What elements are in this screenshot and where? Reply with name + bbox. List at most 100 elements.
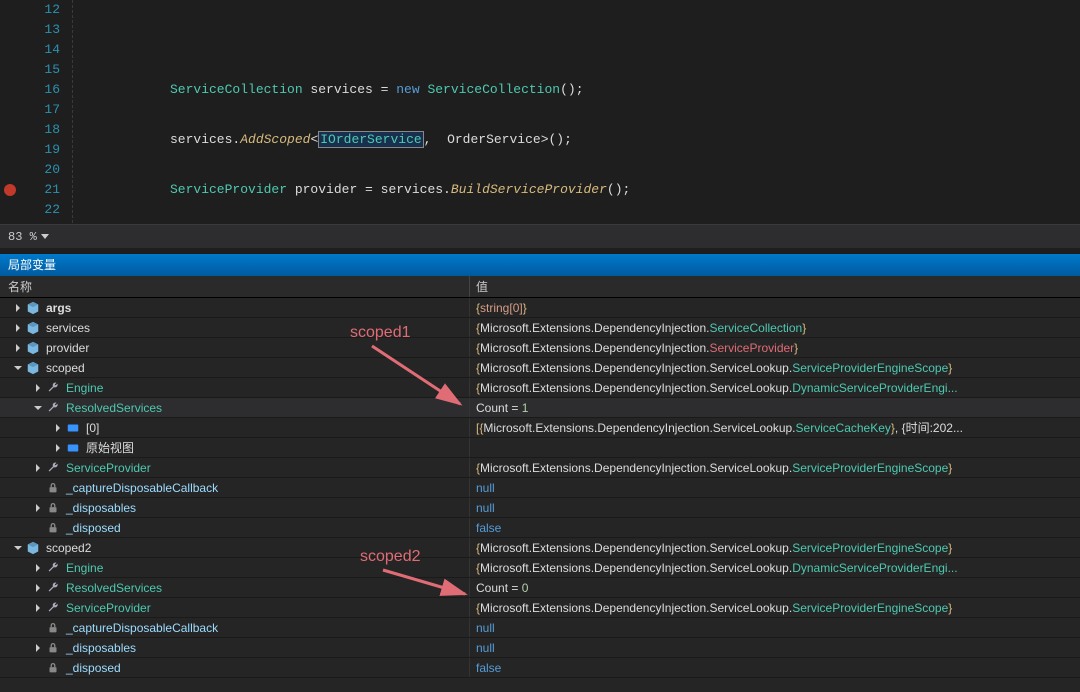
col-value-header[interactable]: 值 — [470, 276, 1080, 297]
col-name-header[interactable]: 名称 — [0, 276, 470, 297]
var-value: null — [470, 478, 1080, 497]
expander-icon[interactable] — [32, 562, 44, 574]
locals-tree[interactable]: args{string[0]}services{Microsoft.Extens… — [0, 298, 1080, 678]
var-value: {Microsoft.Extensions.DependencyInjectio… — [470, 458, 1080, 477]
locals-row[interactable]: 原始视图 — [0, 438, 1080, 458]
var-name: _captureDisposableCallback — [66, 478, 218, 497]
expander-icon[interactable] — [12, 342, 24, 354]
expander-icon[interactable] — [52, 442, 64, 454]
code-line[interactable]: ServiceCollection services = new Service… — [82, 80, 1080, 100]
var-name: _disposables — [66, 638, 136, 657]
var-name: ResolvedServices — [66, 578, 162, 597]
expander-icon[interactable] — [32, 502, 44, 514]
var-value: null — [470, 618, 1080, 637]
code-line[interactable]: ServiceProvider provider = services.Buil… — [82, 180, 1080, 200]
var-name: services — [46, 318, 90, 337]
chevron-down-icon[interactable] — [41, 234, 49, 239]
locals-row[interactable]: _disposed false — [0, 658, 1080, 678]
cube-icon — [26, 321, 40, 335]
locals-panel-title[interactable]: 局部变量 — [0, 254, 1080, 276]
var-name: Engine — [66, 378, 103, 397]
cube-icon — [26, 301, 40, 315]
code-editor[interactable]: 121314151617181920212223 ServiceCollecti… — [0, 0, 1080, 248]
wrench-icon — [46, 561, 60, 575]
var-value: {string[0]} — [470, 298, 1080, 317]
var-value: false — [470, 658, 1080, 677]
var-name: _disposables — [66, 498, 136, 517]
locals-row[interactable]: services{Microsoft.Extensions.Dependency… — [0, 318, 1080, 338]
locals-row[interactable]: scoped2 {Microsoft.Extensions.DependencyI… — [0, 538, 1080, 558]
var-value: Count = 1 — [470, 398, 1080, 417]
var-name: _disposed — [66, 658, 121, 677]
locals-row[interactable]: _disposedfalse — [0, 518, 1080, 538]
locals-row[interactable]: provider{Microsoft.Extensions.Dependency… — [0, 338, 1080, 358]
locals-row[interactable]: Engine{Microsoft.Extensions.DependencyIn… — [0, 558, 1080, 578]
lock-icon — [46, 661, 60, 675]
lock-icon — [46, 621, 60, 635]
zoom-level[interactable]: 83 % — [8, 230, 37, 244]
var-value: {Microsoft.Extensions.DependencyInjectio… — [470, 598, 1080, 617]
locals-panel[interactable]: 名称 值 args{string[0]}services{Microsoft.E… — [0, 276, 1080, 692]
expander-icon[interactable] — [12, 362, 24, 374]
locals-row[interactable]: _captureDisposableCallback null — [0, 478, 1080, 498]
expander-icon — [32, 482, 44, 494]
wrench-icon — [46, 401, 60, 415]
locals-row[interactable]: ResolvedServices Count = 0 — [0, 578, 1080, 598]
locals-row[interactable]: _disposablesnull — [0, 638, 1080, 658]
locals-row[interactable]: _disposablesnull — [0, 498, 1080, 518]
wrench-icon — [46, 461, 60, 475]
locals-row[interactable]: args {string[0]} — [0, 298, 1080, 318]
var-value: {Microsoft.Extensions.DependencyInjectio… — [470, 378, 1080, 397]
lock-icon — [46, 641, 60, 655]
expander-icon[interactable] — [52, 422, 64, 434]
var-value: Count = 0 — [470, 578, 1080, 597]
expander-icon[interactable] — [32, 602, 44, 614]
locals-row[interactable]: ServiceProvider {Microsoft.Extensions.Dep… — [0, 458, 1080, 478]
expander-icon[interactable] — [32, 642, 44, 654]
var-name: ServiceProvider — [66, 458, 151, 477]
code-line[interactable]: services.AddScoped<IOrderService, OrderS… — [82, 130, 1080, 150]
var-name: provider — [46, 338, 89, 357]
field-icon — [66, 441, 80, 455]
locals-row[interactable]: scoped{Microsoft.Extensions.DependencyIn… — [0, 358, 1080, 378]
expander-icon[interactable] — [32, 582, 44, 594]
locals-row[interactable]: [0][{Microsoft.Extensions.DependencyInje… — [0, 418, 1080, 438]
var-name: Engine — [66, 558, 103, 577]
var-value: [{Microsoft.Extensions.DependencyInjecti… — [470, 418, 1080, 437]
locals-row[interactable]: ServiceProvider {Microsoft.Extensions.Dep… — [0, 598, 1080, 618]
line-number-gutter: 121314151617181920212223 — [20, 0, 68, 240]
locals-columns-header: 名称 值 — [0, 276, 1080, 298]
locals-row[interactable]: Engine {Microsoft.Extensions.DependencyIn… — [0, 378, 1080, 398]
expander-icon[interactable] — [12, 302, 24, 314]
var-name: 原始视图 — [86, 438, 134, 457]
expander-icon[interactable] — [12, 322, 24, 334]
expander-icon[interactable] — [12, 542, 24, 554]
expander-icon — [32, 622, 44, 634]
expander-icon[interactable] — [32, 382, 44, 394]
wrench-icon — [46, 601, 60, 615]
breakpoint-icon[interactable] — [4, 184, 16, 196]
locals-row[interactable]: _captureDisposableCallbacknull — [0, 618, 1080, 638]
var-name: args — [46, 298, 71, 317]
cube-icon — [26, 541, 40, 555]
code-line[interactable] — [82, 30, 1080, 50]
expander-icon — [32, 662, 44, 674]
zoom-bar[interactable]: 83 % — [0, 224, 1080, 248]
var-value: {Microsoft.Extensions.DependencyInjectio… — [470, 358, 1080, 377]
var-value: {Microsoft.Extensions.DependencyInjectio… — [470, 538, 1080, 557]
wrench-icon — [46, 381, 60, 395]
lock-icon — [46, 501, 60, 515]
wrench-icon — [46, 581, 60, 595]
locals-row[interactable]: ResolvedServicesCount = 1 — [0, 398, 1080, 418]
lock-icon — [46, 521, 60, 535]
field-icon — [66, 421, 80, 435]
expander-icon[interactable] — [32, 402, 44, 414]
var-name: scoped2 — [46, 538, 91, 557]
fold-ruler — [72, 0, 73, 248]
var-name: ServiceProvider — [66, 598, 151, 617]
code-area[interactable]: ServiceCollection services = new Service… — [82, 0, 1080, 248]
var-value: false — [470, 518, 1080, 537]
cube-icon — [26, 361, 40, 375]
expander-icon — [32, 522, 44, 534]
expander-icon[interactable] — [32, 462, 44, 474]
